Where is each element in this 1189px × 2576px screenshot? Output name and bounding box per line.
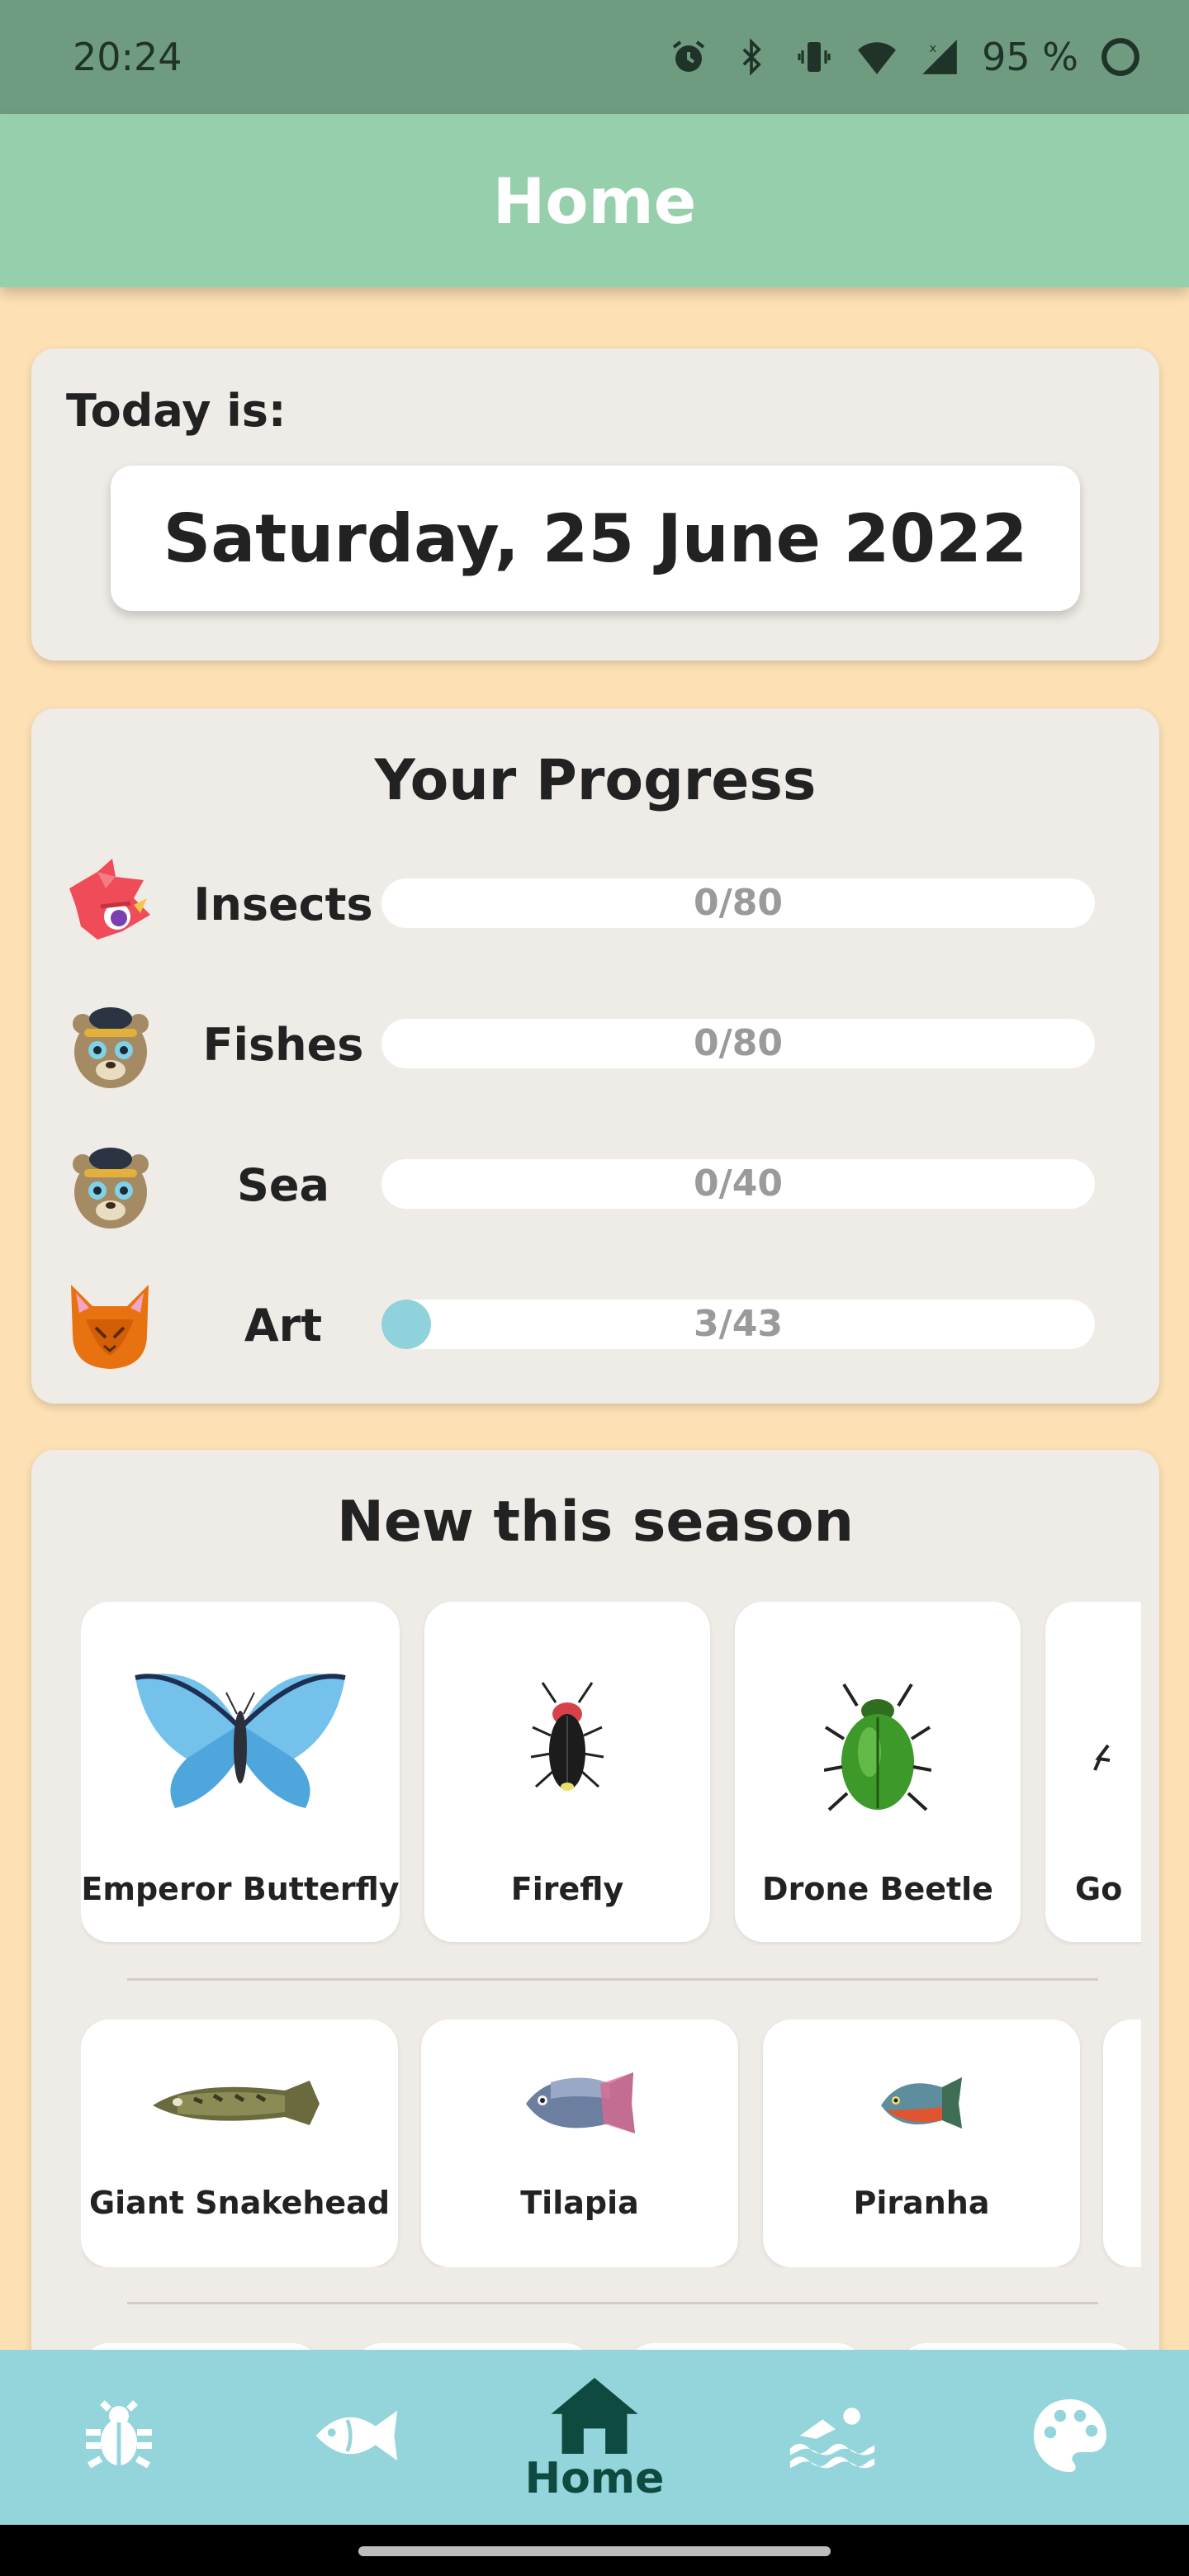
firefly-icon [424, 1678, 710, 1793]
divider [127, 1978, 1098, 1981]
divider [127, 2302, 1098, 2304]
item-name: Piranha [853, 2185, 990, 2221]
item-name: Firefly [510, 1871, 624, 1907]
fish-icon [313, 2403, 400, 2472]
progress-bar: 0/80 [381, 878, 1095, 928]
svg-text:x: x [930, 41, 937, 55]
tilapia-icon [421, 2066, 738, 2140]
art-villager-icon [64, 1276, 155, 1376]
progress-label: Sea [237, 1159, 329, 1211]
season-card-fish[interactable]: Tilapia [421, 2020, 738, 2267]
vibrate-icon [793, 36, 835, 78]
alarm-icon [668, 36, 709, 78]
bug-icon [79, 2396, 159, 2479]
item-name: Giant Snakehead [88, 2185, 391, 2221]
season-title: New this season [337, 1489, 854, 1555]
battery-icon [1100, 36, 1141, 78]
signal-icon: x [919, 36, 960, 78]
progress-bar: 0/80 [381, 1019, 1095, 1068]
date-display: Saturday, 25 June 2022 [111, 466, 1080, 611]
progress-bar: 3/43 [381, 1300, 1095, 1349]
progress-bar: 0/40 [381, 1159, 1095, 1209]
fish-carousel[interactable]: Giant Snakehead Tilapia Piranha [81, 2020, 1141, 2267]
swimmer-icon [787, 2403, 878, 2472]
progress-count: 3/43 [694, 1303, 783, 1345]
goliath-beetle-icon [1045, 1742, 1141, 1775]
status-time: 20:24 [73, 35, 182, 79]
app-bar: Home [0, 114, 1189, 287]
status-icons: x 95 % [668, 35, 1141, 79]
season-card-fish[interactable]: Piranha [763, 2020, 1080, 2267]
insect-villager-icon [64, 855, 155, 954]
page-title: Home [492, 163, 697, 238]
progress-label: Insects [193, 878, 373, 930]
item-name: Emperor Butterfly [81, 1871, 400, 1907]
item-name: Drone Beetle [762, 1871, 993, 1907]
nav-home-label: Home [524, 2454, 665, 2503]
season-card-fish[interactable] [1103, 2020, 1141, 2267]
battery-percent: 95 % [982, 35, 1078, 79]
season-card-insect[interactable]: Emperor Butterfly [81, 1602, 400, 1942]
progress-row-art[interactable]: Art 3/43 [31, 1276, 1159, 1376]
season-card-insect[interactable]: Firefly [424, 1602, 710, 1942]
drone-beetle-icon [735, 1681, 1021, 1813]
fish-villager-icon [64, 996, 155, 1095]
progress-row-fishes[interactable]: Fishes 0/80 [31, 996, 1159, 1095]
progress-count: 0/40 [694, 1163, 783, 1205]
nav-sea[interactable] [713, 2350, 951, 2525]
nav-art[interactable] [951, 2350, 1189, 2525]
wifi-icon [856, 36, 898, 78]
palette-icon [1030, 2396, 1110, 2479]
today-card: Today is: Saturday, 25 June 2022 [31, 348, 1159, 661]
bottom-navigation: Home [0, 2350, 1189, 2525]
piranha-icon [763, 2074, 1080, 2132]
season-card: New this season Emperor Butterfly Firefl… [31, 1450, 1159, 2383]
home-gesture-handle[interactable] [358, 2546, 831, 2556]
insect-carousel[interactable]: Emperor Butterfly Firefly Drone Beetle G… [81, 1602, 1141, 1945]
progress-row-insects[interactable]: Insects 0/80 [31, 855, 1159, 954]
progress-title: Your Progress [374, 748, 817, 813]
giant-snakehead-icon [81, 2071, 398, 2137]
item-name: Go [1075, 1871, 1123, 1907]
home-icon [551, 2378, 638, 2457]
season-card-fish[interactable]: Giant Snakehead [81, 2020, 398, 2267]
progress-count: 0/80 [694, 1022, 783, 1064]
progress-label: Fishes [202, 1019, 364, 1071]
progress-card: Your Progress Insects 0/80 Fishes 0/80 S… [31, 708, 1159, 1404]
progress-label: Art [244, 1300, 323, 1352]
progress-count: 0/80 [694, 882, 783, 924]
item-name: Tilapia [520, 2185, 639, 2221]
sea-villager-icon [64, 1136, 155, 1235]
progress-row-sea[interactable]: Sea 0/40 [31, 1136, 1159, 1235]
status-bar: 20:24 x 95 % [0, 0, 1189, 114]
emperor-butterfly-icon [81, 1668, 400, 1813]
nav-fishes[interactable] [238, 2350, 476, 2525]
nav-home[interactable]: Home [476, 2350, 713, 2525]
season-card-insect[interactable]: Go [1045, 1602, 1141, 1942]
season-card-insect[interactable]: Drone Beetle [735, 1602, 1021, 1942]
gesture-bar [0, 2525, 1189, 2576]
nav-insects[interactable] [0, 2350, 238, 2525]
today-label: Today is: [66, 385, 287, 437]
bluetooth-icon [731, 36, 772, 78]
